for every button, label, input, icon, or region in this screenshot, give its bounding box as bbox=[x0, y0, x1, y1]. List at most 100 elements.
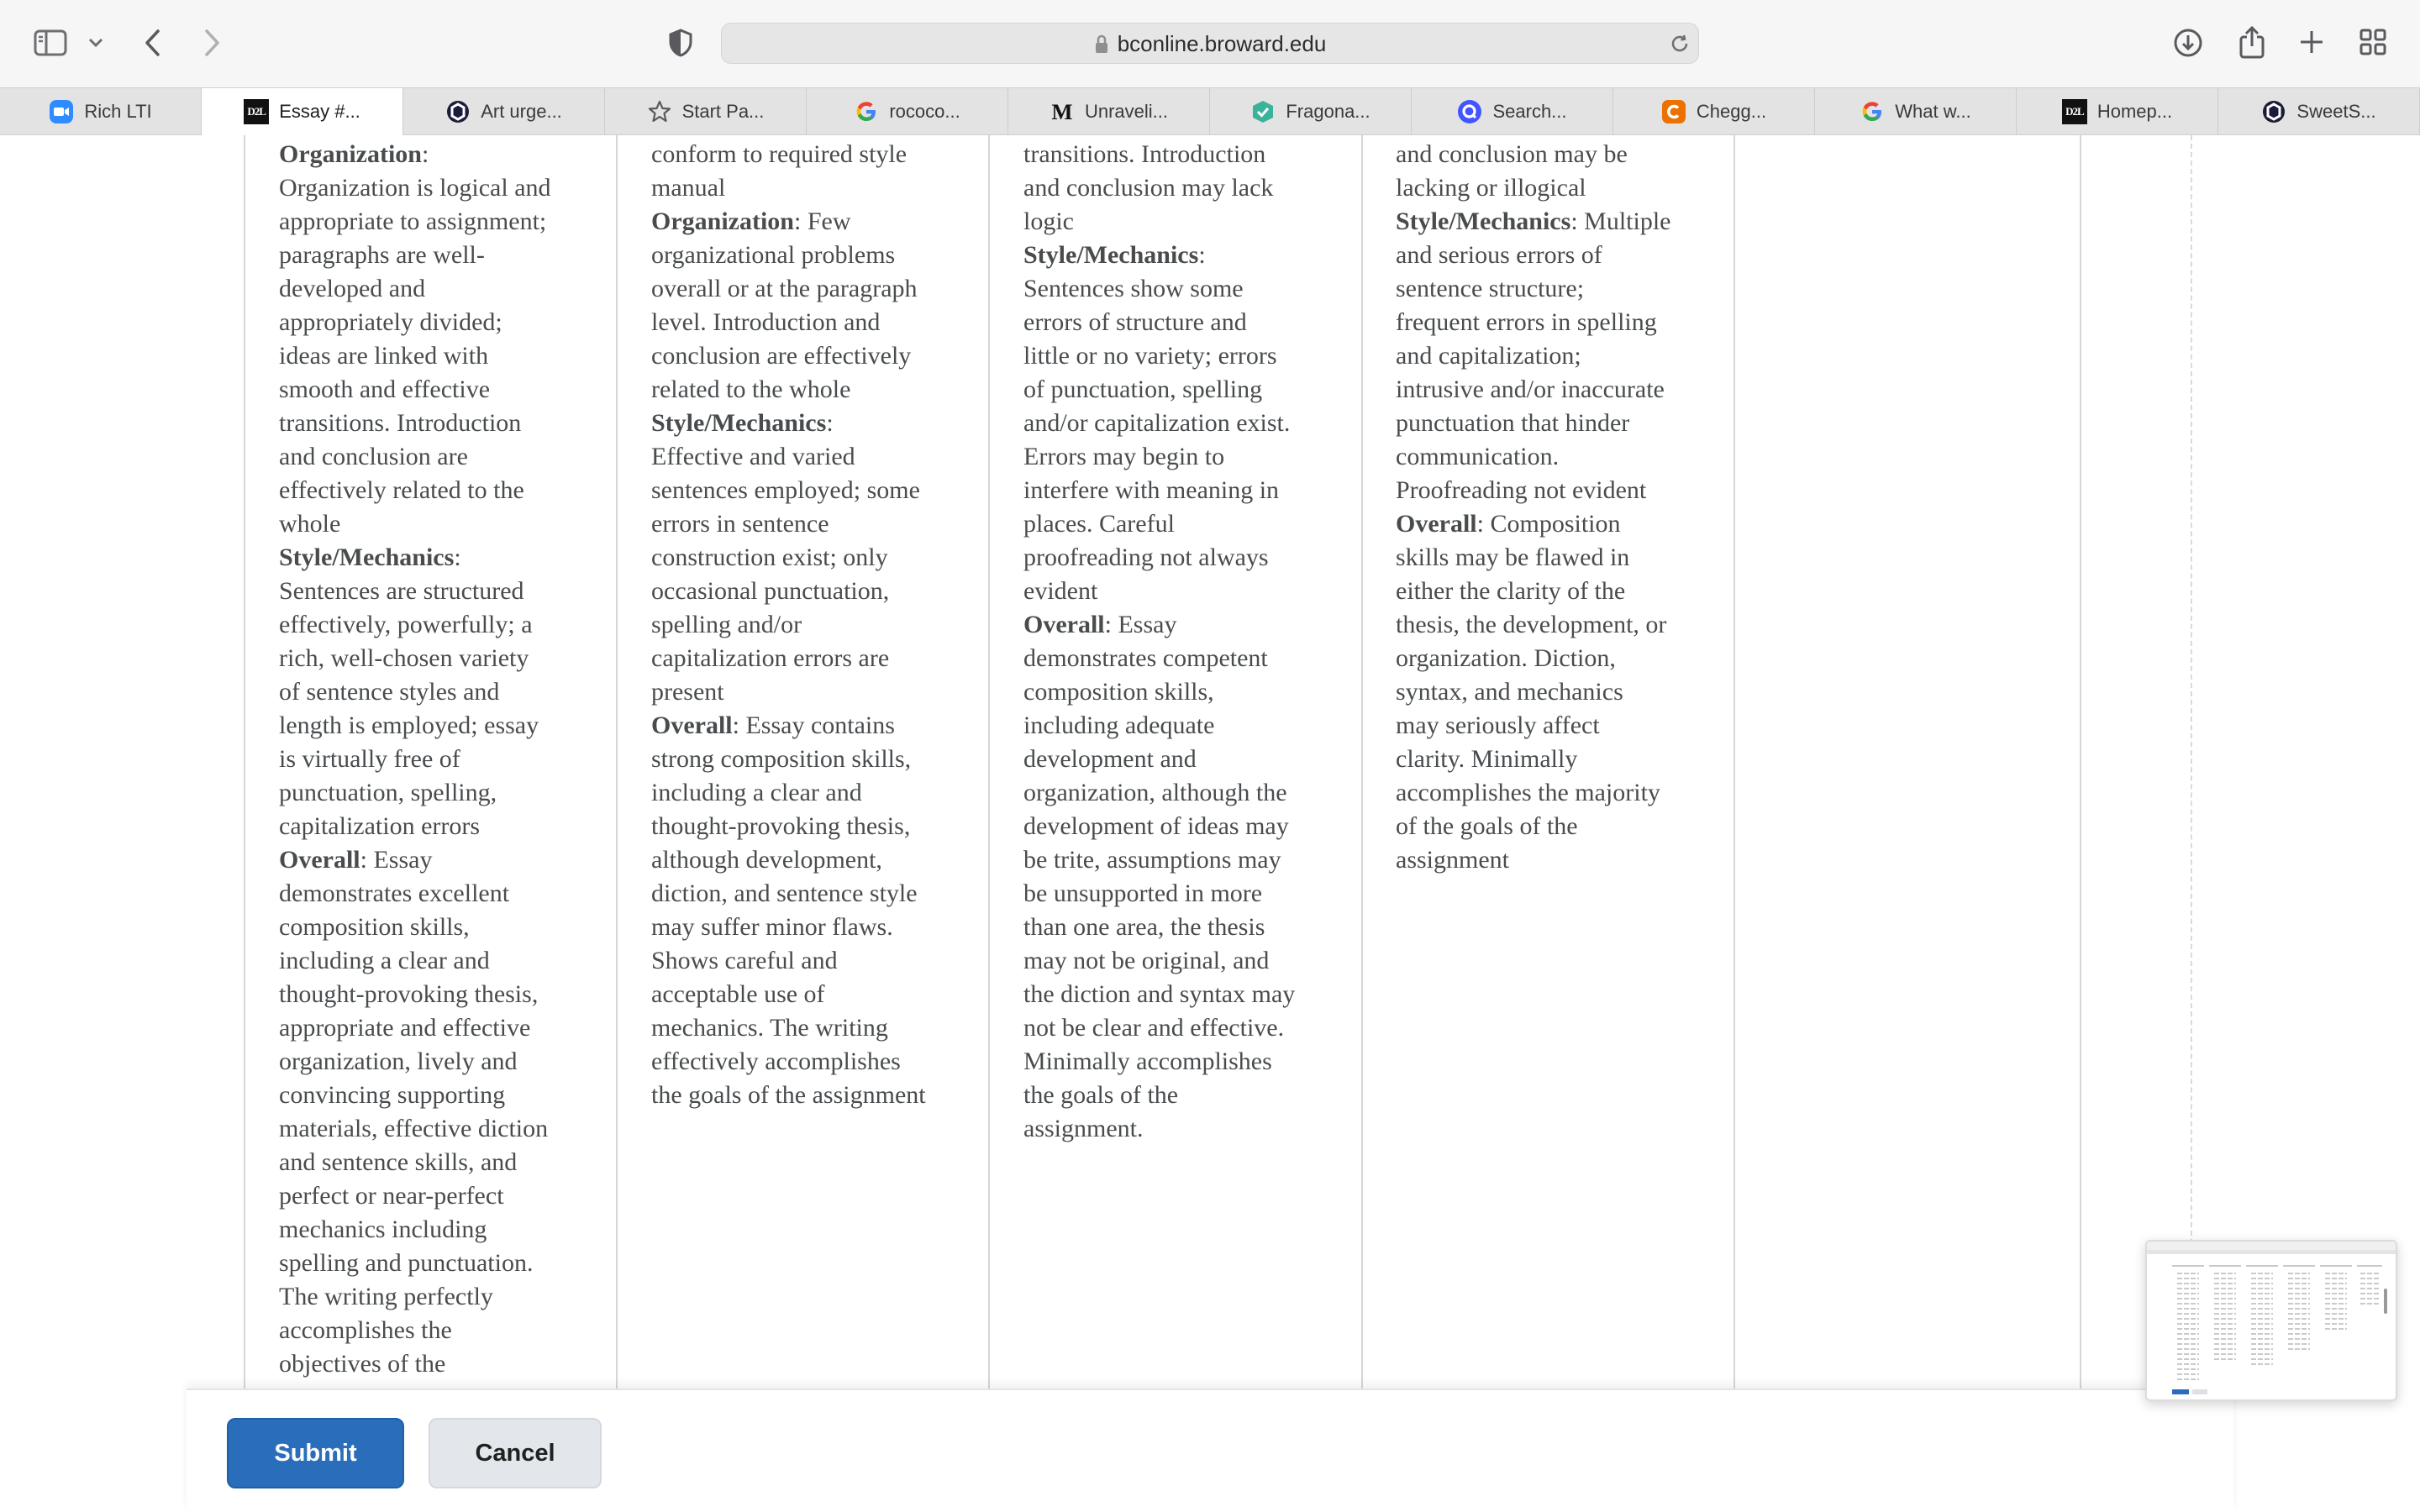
rubric-line: appropriate and effective bbox=[279, 1011, 615, 1045]
browser-tab[interactable]: Fragona... bbox=[1210, 88, 1412, 135]
criterion-heading: Overall bbox=[651, 711, 733, 739]
browser-tab[interactable]: M Unraveli... bbox=[1008, 88, 1210, 135]
criterion-heading: Style/Mechanics bbox=[651, 409, 827, 437]
criterion-text: : Multiple bbox=[1570, 207, 1671, 235]
criterion-text: composition skills, bbox=[279, 913, 470, 941]
forward-icon[interactable] bbox=[198, 25, 227, 60]
rubric-line: punctuation that hinder bbox=[1396, 407, 1732, 440]
rubric-line: diction, and sentence style bbox=[651, 877, 987, 911]
page-thumbnail[interactable] bbox=[2145, 1240, 2397, 1401]
criterion-text: mechanics. The writing bbox=[651, 1014, 888, 1042]
rubric-level-weak: and conclusion may be lacking or illogica… bbox=[1396, 138, 1732, 877]
url-display[interactable]: bconline.broward.edu bbox=[722, 24, 1698, 65]
criterion-text: intrusive and/or inaccurate bbox=[1396, 375, 1665, 403]
criterion-text: may suffer minor flaws. bbox=[651, 913, 893, 941]
submit-button[interactable]: Submit bbox=[227, 1418, 404, 1488]
rubric-line: and/or capitalization exist. bbox=[1023, 407, 1360, 440]
rubric-line: organization. Diction, bbox=[1396, 642, 1732, 675]
cancel-button[interactable]: Cancel bbox=[429, 1418, 602, 1488]
d2l-icon: D2L bbox=[244, 99, 270, 124]
rubric-line: clarity. Minimally bbox=[1396, 743, 1732, 776]
rubric-line: organizational problems bbox=[651, 239, 987, 272]
criterion-text: either the clarity of the bbox=[1396, 577, 1626, 605]
star-icon bbox=[647, 99, 672, 124]
download-icon[interactable] bbox=[2171, 26, 2205, 60]
rubric-line: whole bbox=[279, 507, 615, 541]
privacy-shield-icon[interactable] bbox=[666, 27, 696, 59]
browser-tab[interactable]: What w... bbox=[1815, 88, 2017, 135]
new-tab-icon[interactable] bbox=[2296, 27, 2327, 57]
browser-tab[interactable]: SweetS... bbox=[2218, 88, 2420, 135]
criterion-text: effectively, powerfully; a bbox=[279, 611, 533, 638]
criterion-text: be trite, assumptions may bbox=[1023, 846, 1281, 874]
rubric-line: level. Introduction and bbox=[651, 306, 987, 339]
criterion-text: frequent errors in spelling bbox=[1396, 308, 1657, 336]
tab-label: SweetS... bbox=[2296, 101, 2376, 122]
rubric-line: lacking or illogical bbox=[1396, 171, 1732, 205]
tab-overview-icon[interactable] bbox=[2358, 27, 2388, 57]
rubric-line: the diction and syntax may bbox=[1023, 978, 1360, 1011]
criterion-text: present bbox=[651, 678, 724, 706]
rubric-line: including a clear and bbox=[279, 944, 615, 978]
criterion-text: construction exist; only bbox=[651, 543, 888, 571]
rubric-line: materials, effective diction bbox=[279, 1112, 615, 1146]
criterion-text: although development, bbox=[651, 846, 882, 874]
criterion-text: the diction and syntax may bbox=[1023, 980, 1296, 1008]
criterion-text: Effective and varied bbox=[651, 443, 855, 470]
chegg-icon bbox=[1661, 99, 1686, 124]
rubric-line: Proofreading not evident bbox=[1396, 474, 1732, 507]
criterion-heading: Overall bbox=[1396, 510, 1477, 538]
criterion-text: syntax, and mechanics bbox=[1396, 678, 1623, 706]
browser-tab[interactable]: rococo... bbox=[807, 88, 1008, 135]
rubric-line: assignment. bbox=[1023, 1112, 1360, 1146]
browser-tab[interactable]: Rich LTI bbox=[0, 88, 202, 135]
rubric-line: effectively related to the bbox=[279, 474, 615, 507]
criterion-text: evident bbox=[1023, 577, 1098, 605]
browser-tab[interactable]: Start Pa... bbox=[605, 88, 807, 135]
rubric-line: and sentence skills, and bbox=[279, 1146, 615, 1179]
criterion-text: : Few bbox=[794, 207, 851, 235]
rubric-line: communication. bbox=[1396, 440, 1732, 474]
back-icon[interactable] bbox=[138, 25, 166, 60]
browser-tab[interactable]: Search... bbox=[1412, 88, 1613, 135]
criterion-text: Sentences show some bbox=[1023, 275, 1244, 302]
rubric-line: be trite, assumptions may bbox=[1023, 843, 1360, 877]
criterion-text: development of ideas may bbox=[1023, 812, 1289, 840]
chevron-down-icon[interactable] bbox=[84, 32, 108, 54]
rubric-line: and conclusion may lack bbox=[1023, 171, 1360, 205]
criterion-text: length is employed; essay bbox=[279, 711, 539, 739]
rubric-line: is virtually free of bbox=[279, 743, 615, 776]
criterion-text: punctuation, spelling, bbox=[279, 779, 497, 806]
criterion-text: and conclusion may lack bbox=[1023, 174, 1274, 202]
rubric-line: the goals of the bbox=[1023, 1079, 1360, 1112]
rubric-line: smooth and effective bbox=[279, 373, 615, 407]
column-divider bbox=[2080, 135, 2081, 1429]
browser-tab[interactable]: D2L Essay #... bbox=[202, 88, 403, 135]
criterion-heading: Organization bbox=[651, 207, 794, 235]
openai-icon bbox=[445, 99, 471, 124]
browser-tab[interactable]: Art urge... bbox=[403, 88, 605, 135]
criterion-text: skills may be flawed in bbox=[1396, 543, 1630, 571]
sidebar-icon[interactable] bbox=[32, 27, 69, 59]
share-icon[interactable] bbox=[2235, 24, 2269, 60]
criterion-text: organization, lively and bbox=[279, 1047, 518, 1075]
rubric-line: and serious errors of bbox=[1396, 239, 1732, 272]
criterion-text: demonstrates excellent bbox=[279, 879, 510, 907]
criterion-text: spelling and/or bbox=[651, 611, 802, 638]
rubric-line: Shows careful and bbox=[651, 944, 987, 978]
criterion-text: occasional punctuation, bbox=[651, 577, 890, 605]
criterion-text: level. Introduction and bbox=[651, 308, 881, 336]
rubric-line: Sentences are structured bbox=[279, 575, 615, 608]
browser-tab[interactable]: D2L Homep... bbox=[2017, 88, 2218, 135]
criterion-text: ideas are linked with bbox=[279, 342, 489, 370]
criterion-text: Proofreading not evident bbox=[1396, 476, 1647, 504]
rubric-line: logic bbox=[1023, 205, 1360, 239]
address-bar[interactable]: bconline.broward.edu bbox=[721, 23, 1699, 64]
rubric-line: conform to required style bbox=[651, 138, 987, 171]
rubric-line: The writing perfectly bbox=[279, 1280, 615, 1314]
rubric-line: sentence structure; bbox=[1396, 272, 1732, 306]
rubric-line: development and bbox=[1023, 743, 1360, 776]
rubric-line: Style/Mechanics: bbox=[1023, 239, 1360, 272]
browser-tab[interactable]: Chegg... bbox=[1613, 88, 1815, 135]
reload-icon[interactable] bbox=[1668, 32, 1691, 55]
